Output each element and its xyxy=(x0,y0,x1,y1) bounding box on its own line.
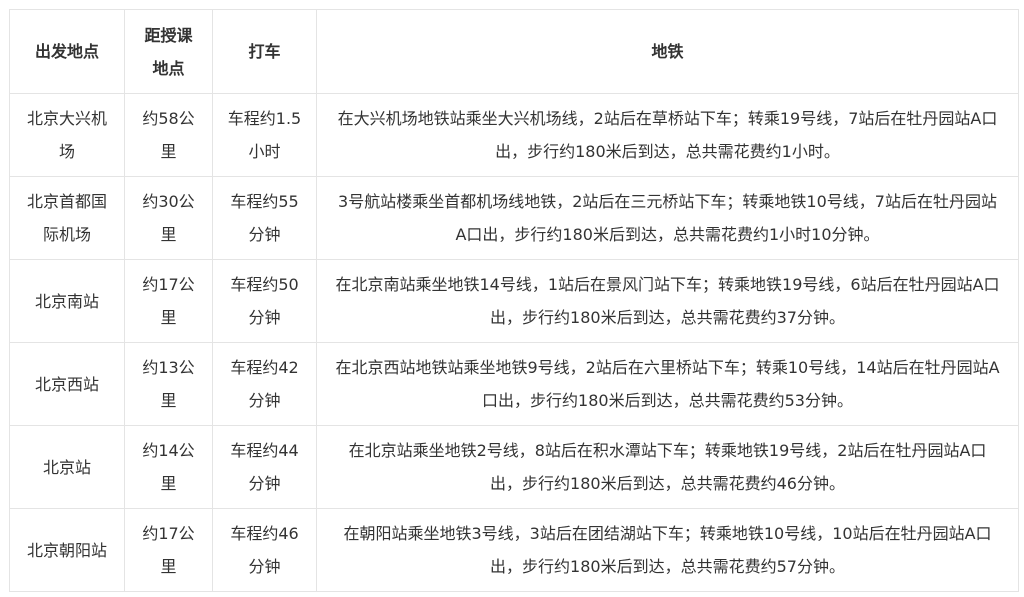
header-origin: 出发地点 xyxy=(9,9,125,94)
header-distance: 距授课地点 xyxy=(124,9,213,94)
cell-origin: 北京朝阳站 xyxy=(9,508,125,592)
table-row: 北京朝阳站 约17公里 车程约46分钟 在朝阳站乘坐地铁3号线，3站后在团结湖站… xyxy=(9,508,1019,592)
cell-subway: 在北京南站乘坐地铁14号线，1站后在景风门站下车；转乘地铁19号线，6站后在牡丹… xyxy=(316,259,1019,343)
cell-taxi: 车程约42分钟 xyxy=(212,342,317,426)
cell-distance: 约13公里 xyxy=(124,342,213,426)
table-row: 北京大兴机场 约58公里 车程约1.5小时 在大兴机场地铁站乘坐大兴机场线，2站… xyxy=(9,93,1019,177)
table-row: 北京站 约14公里 车程约44分钟 在北京站乘坐地铁2号线，8站后在积水潭站下车… xyxy=(9,425,1019,509)
cell-subway: 在朝阳站乘坐地铁3号线，3站后在团结湖站下车；转乘地铁10号线，10站后在牡丹园… xyxy=(316,508,1019,592)
table-header-row: 出发地点 距授课地点 打车 地铁 xyxy=(9,9,1019,94)
cell-taxi: 车程约1.5小时 xyxy=(212,93,317,177)
cell-subway: 在大兴机场地铁站乘坐大兴机场线，2站后在草桥站下车；转乘19号线，7站后在牡丹园… xyxy=(316,93,1019,177)
cell-distance: 约30公里 xyxy=(124,176,213,260)
table-container: 出发地点 距授课地点 打车 地铁 北京大兴机场 约58公里 车程约1.5小时 在… xyxy=(9,9,1019,592)
cell-taxi: 车程约50分钟 xyxy=(212,259,317,343)
header-taxi: 打车 xyxy=(212,9,317,94)
cell-distance: 约58公里 xyxy=(124,93,213,177)
table-row: 北京西站 约13公里 车程约42分钟 在北京西站地铁站乘坐地铁9号线，2站后在六… xyxy=(9,342,1019,426)
cell-origin: 北京站 xyxy=(9,425,125,509)
transport-table: 出发地点 距授课地点 打车 地铁 北京大兴机场 约58公里 车程约1.5小时 在… xyxy=(9,9,1019,592)
cell-taxi: 车程约55分钟 xyxy=(212,176,317,260)
cell-taxi: 车程约44分钟 xyxy=(212,425,317,509)
cell-origin: 北京首都国际机场 xyxy=(9,176,125,260)
cell-distance: 约17公里 xyxy=(124,508,213,592)
cell-origin: 北京南站 xyxy=(9,259,125,343)
cell-distance: 约17公里 xyxy=(124,259,213,343)
table-row: 北京首都国际机场 约30公里 车程约55分钟 3号航站楼乘坐首都机场线地铁，2站… xyxy=(9,176,1019,260)
cell-origin: 北京西站 xyxy=(9,342,125,426)
cell-distance: 约14公里 xyxy=(124,425,213,509)
table-row: 北京南站 约17公里 车程约50分钟 在北京南站乘坐地铁14号线，1站后在景风门… xyxy=(9,259,1019,343)
cell-origin: 北京大兴机场 xyxy=(9,93,125,177)
cell-taxi: 车程约46分钟 xyxy=(212,508,317,592)
cell-subway: 3号航站楼乘坐首都机场线地铁，2站后在三元桥站下车；转乘地铁10号线，7站后在牡… xyxy=(316,176,1019,260)
cell-subway: 在北京西站地铁站乘坐地铁9号线，2站后在六里桥站下车；转乘10号线，14站后在牡… xyxy=(316,342,1019,426)
header-subway: 地铁 xyxy=(316,9,1019,94)
cell-subway: 在北京站乘坐地铁2号线，8站后在积水潭站下车；转乘地铁19号线，2站后在牡丹园站… xyxy=(316,425,1019,509)
